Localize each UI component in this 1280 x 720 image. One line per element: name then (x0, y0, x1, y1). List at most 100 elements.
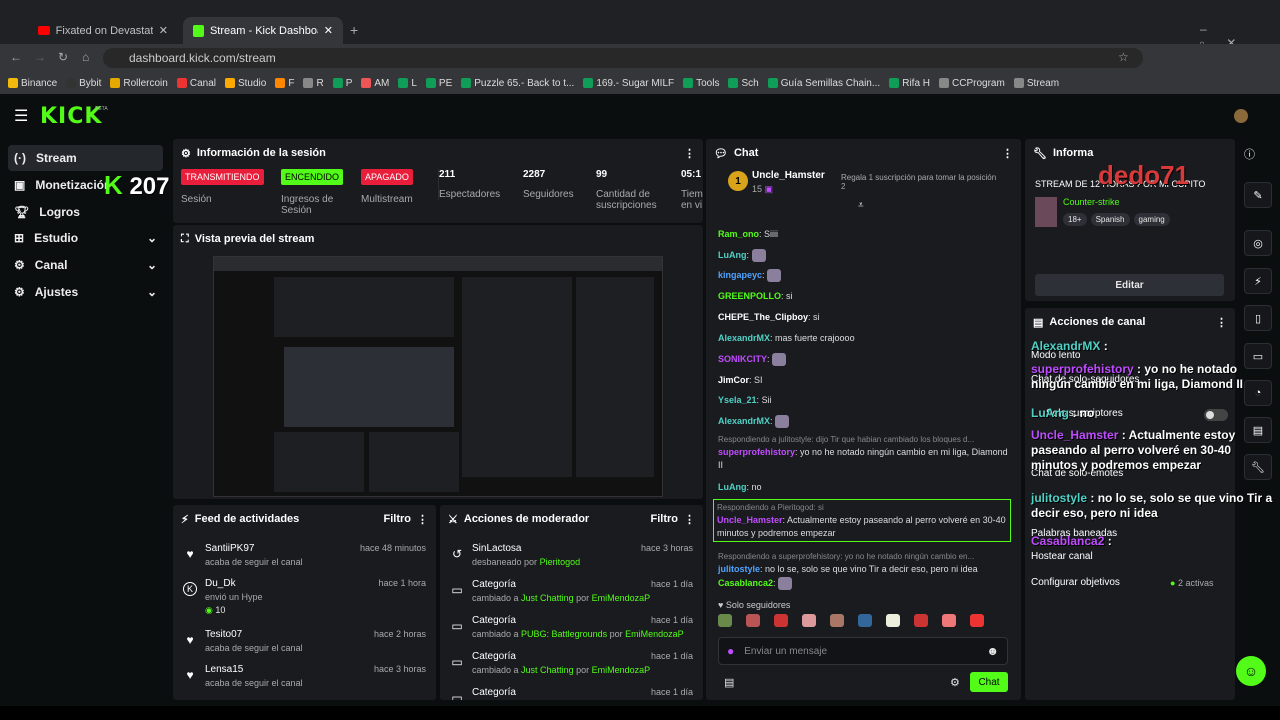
emote-icon[interactable] (858, 614, 872, 627)
chat-message[interactable]: Ysela_21: Sii (718, 394, 1010, 407)
chat-message[interactable]: Casablanca2: (718, 577, 1010, 591)
emote-icon[interactable] (914, 614, 928, 627)
chat-message[interactable]: JimCor: SI (718, 374, 1010, 387)
bookmark-item[interactable]: Studio (224, 78, 266, 89)
more-icon[interactable]: ⋮ (684, 513, 695, 526)
new-tab-icon[interactable]: + (350, 22, 358, 38)
chat-icon[interactable]: ▭ (1244, 343, 1272, 369)
chat-username[interactable]: LuAng (718, 482, 747, 492)
chat-message[interactable]: GREENPOLLO: si (718, 290, 1010, 303)
send-chat-button[interactable]: Chat (970, 672, 1008, 692)
chat-username[interactable]: AlexandrMX (718, 333, 770, 343)
stream-preview-video[interactable] (213, 256, 663, 497)
bookmark-item[interactable]: Bybit (66, 78, 101, 89)
bookmark-item[interactable]: CCProgram (939, 78, 1005, 89)
chat-message[interactable]: AlexandrMX: (718, 415, 1010, 429)
emoji-icon[interactable]: ☻ (986, 644, 999, 658)
close-icon[interactable]: ✕ (324, 24, 333, 37)
kick-logo[interactable]: KICK (40, 104, 102, 129)
edit-icon[interactable]: ✎ (1244, 182, 1272, 208)
chat-username[interactable]: kingapeyc (718, 270, 762, 280)
bookmark-item[interactable]: R (303, 78, 324, 89)
bookmark-item[interactable]: Puzzle 65.- Back to t... (461, 78, 574, 89)
support-chat-icon[interactable]: ☺ (1236, 656, 1266, 686)
goals-row[interactable]: Configurar objetivos (1031, 577, 1120, 588)
bookmark-star-icon[interactable]: ☆ (1118, 50, 1129, 64)
forward-icon[interactable]: → (34, 50, 46, 64)
more-icon[interactable]: ⋮ (684, 147, 695, 160)
chat-input[interactable]: ● Enviar un mensaje ☻ (718, 637, 1008, 665)
bookmark-item[interactable]: Guía Semillas Chain... (767, 78, 880, 89)
emote-icon[interactable] (942, 614, 956, 627)
gift-prompt[interactable]: Regala 1 suscripción para tomar la posic… (841, 173, 1001, 191)
chat-message[interactable]: LuAng: no (718, 481, 1010, 494)
chat-message[interactable]: kingapeyc: (718, 269, 1010, 283)
chat-username[interactable]: AlexandrMX (718, 416, 770, 426)
chat-username[interactable]: LuAng (718, 250, 747, 260)
bookmark-item[interactable]: P (332, 78, 352, 89)
category-name[interactable]: PUBG: Battlegrounds (521, 629, 607, 639)
info-icon[interactable]: ⓘ (1244, 146, 1255, 162)
reload-icon[interactable]: ↻ (58, 50, 68, 64)
chat-message[interactable]: CHEPE_The_Clipboy: si (718, 311, 1010, 324)
close-icon[interactable]: ✕ (159, 24, 168, 37)
bookmark-item[interactable]: L (398, 78, 417, 89)
top-gifter-name[interactable]: Uncle_Hamster (752, 170, 825, 181)
chat-username[interactable]: GREENPOLLO (718, 291, 781, 301)
wrench-icon[interactable]: 🔧︎ (1244, 454, 1272, 480)
address-bar[interactable]: dashboard.kick.com/stream (103, 48, 1143, 68)
emote-icon[interactable] (886, 614, 900, 627)
moderator-name[interactable]: Pieritogod (540, 557, 581, 567)
expand-icon[interactable]: ⩡ (858, 200, 864, 211)
document-icon[interactable]: ▯ (1244, 305, 1272, 331)
menu-icon[interactable]: ☰ (14, 106, 28, 126)
store-icon[interactable]: ▤ (1244, 417, 1272, 443)
bookmark-item[interactable]: F (275, 78, 294, 89)
category-name[interactable]: Just Chatting (521, 593, 574, 603)
bookmark-item[interactable]: Canal (176, 78, 216, 89)
bookmark-item[interactable]: AM (361, 78, 389, 89)
chat-username[interactable]: julitostyle (718, 564, 760, 574)
chat-username[interactable]: superprofehistory (718, 447, 795, 457)
bookmark-item[interactable]: Stream (1013, 78, 1059, 89)
moderator-name[interactable]: EmiMendozaP (592, 665, 651, 675)
emote-icon[interactable] (970, 614, 984, 627)
back-icon[interactable]: ← (10, 50, 22, 64)
more-icon[interactable]: ⋮ (417, 513, 428, 526)
emote-icon[interactable] (774, 614, 788, 627)
chat-message[interactable]: Respondiendo a Pieritogod: si Uncle_Hamst… (713, 499, 1011, 542)
more-icon[interactable]: ⋮ (1216, 316, 1227, 329)
tab-youtube[interactable]: Fixated on Devastation - Yo ✕ (28, 17, 178, 44)
bolt-icon[interactable]: ⚡︎ (1244, 268, 1272, 294)
mic-icon[interactable]: ● (727, 644, 734, 658)
sidebar-item-estudio[interactable]: ⊞ Estudio ⌄ (8, 225, 163, 251)
sidebar-item-ajustes[interactable]: ⚙ Ajustes ⌄ (8, 279, 163, 305)
filter-button[interactable]: Filtro (651, 513, 679, 525)
bookmark-item[interactable]: Sch (728, 78, 759, 89)
sidebar-item-canal[interactable]: ⚙ Canal ⌄ (8, 252, 163, 278)
chat-username[interactable]: Uncle_Hamster (717, 515, 783, 525)
bookmark-item[interactable]: 169.- Sugar MILF (583, 78, 674, 89)
category-name[interactable]: Just Chatting (521, 665, 574, 675)
emote-icon[interactable] (802, 614, 816, 627)
chat-username[interactable]: CHEPE_The_Clipboy (718, 312, 808, 322)
camera-icon[interactable]: ◎ (1244, 230, 1272, 256)
gear-icon[interactable]: ⚙ (950, 676, 960, 689)
tab-kick-dashboard[interactable]: Stream - Kick Dashboard ✕ (183, 17, 343, 44)
chat-username[interactable]: Casablanca2 (718, 578, 773, 588)
chat-message[interactable]: SONIKCITY: (718, 353, 1010, 367)
moderator-name[interactable]: EmiMendozaP (592, 593, 651, 603)
chat-username[interactable]: JimCor (718, 375, 749, 385)
filter-button[interactable]: Filtro (384, 513, 412, 525)
bookmark-item[interactable]: Binance (8, 78, 57, 89)
bookmark-item[interactable]: Rifa H (889, 78, 930, 89)
edit-button[interactable]: Editar (1035, 274, 1224, 296)
bookmark-item[interactable]: Rollercoin (110, 78, 168, 89)
avatar[interactable] (1234, 109, 1248, 123)
chat-message[interactable]: LuAng: (718, 249, 1010, 263)
store-icon[interactable]: ▤ (724, 676, 734, 689)
chat-message[interactable]: Respondiendo a julitostyle: dijo Tir que… (718, 433, 1010, 472)
host-channel-row[interactable]: Hostear canal (1031, 551, 1093, 562)
user-icon[interactable]: ◔ (1244, 380, 1272, 406)
chat-username[interactable]: SONIKCITY (718, 354, 767, 364)
